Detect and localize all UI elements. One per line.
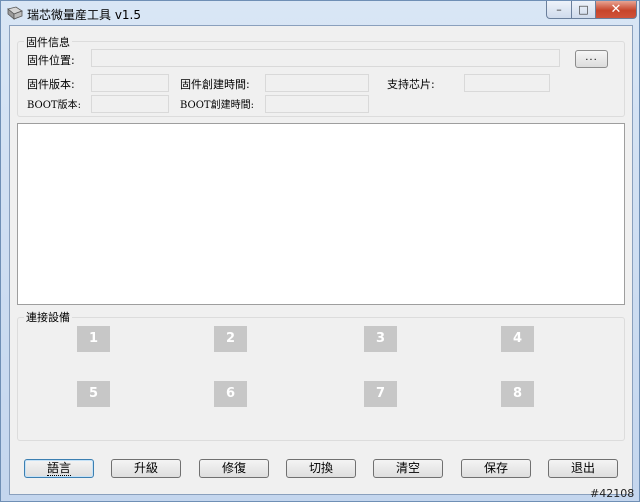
supported-chip-field xyxy=(464,74,550,92)
save-button[interactable]: 保存 xyxy=(461,459,531,478)
firmware-location-label: 固件位置: xyxy=(27,54,75,67)
device-slot-8: 8 xyxy=(501,381,534,407)
connected-devices-group-title: 連接設備 xyxy=(24,311,72,324)
device-slot-6: 6 xyxy=(214,381,247,407)
application-window: 瑞芯微量産工具 v1.5 – □ ✕ 固件信息 固件位置: ... 固件版本: … xyxy=(0,0,640,502)
firmware-location-field[interactable] xyxy=(91,49,560,67)
device-slot-2: 2 xyxy=(214,326,247,352)
switch-button[interactable]: 切換 xyxy=(286,459,356,478)
minimize-button[interactable]: – xyxy=(546,1,572,19)
firmware-info-group-title: 固件信息 xyxy=(24,36,72,49)
minimize-icon: – xyxy=(556,3,562,16)
title-bar[interactable]: 瑞芯微量産工具 v1.5 – □ ✕ xyxy=(1,1,639,25)
repair-button[interactable]: 修復 xyxy=(199,459,269,478)
boot-build-time-field xyxy=(265,95,369,113)
firmware-version-label: 固件版本: xyxy=(27,78,75,91)
close-button[interactable]: ✕ xyxy=(595,1,637,19)
log-output-area[interactable] xyxy=(17,123,625,305)
window-title: 瑞芯微量産工具 v1.5 xyxy=(27,8,142,22)
firmware-build-time-label: 固件創建時間: xyxy=(180,78,250,91)
boot-build-time-label: BOOT創建時間: xyxy=(180,100,254,111)
upgrade-button[interactable]: 升級 xyxy=(111,459,181,478)
firmware-version-field xyxy=(91,74,169,92)
boot-version-label: BOOT版本: xyxy=(27,100,81,111)
device-slot-3: 3 xyxy=(364,326,397,352)
maximize-icon: □ xyxy=(578,3,589,16)
device-slot-7: 7 xyxy=(364,381,397,407)
firmware-build-time-field xyxy=(265,74,369,92)
supported-chip-label: 支持芯片: xyxy=(387,78,435,91)
client-area: 固件信息 固件位置: ... 固件版本: 固件創建時間: 支持芯片: BOOT版… xyxy=(9,25,633,495)
language-button[interactable]: 語言 xyxy=(24,459,94,478)
device-slot-4: 4 xyxy=(501,326,534,352)
device-slot-1: 1 xyxy=(77,326,110,352)
watermark-label: #42108 xyxy=(590,487,635,500)
device-slot-5: 5 xyxy=(77,381,110,407)
language-button-label: 語言 xyxy=(46,461,71,476)
maximize-button[interactable]: □ xyxy=(571,1,596,19)
exit-button[interactable]: 退出 xyxy=(548,459,618,478)
browse-button[interactable]: ... xyxy=(575,50,608,68)
app-icon xyxy=(7,6,23,20)
clear-button[interactable]: 清空 xyxy=(373,459,443,478)
close-icon: ✕ xyxy=(610,2,622,17)
boot-version-field xyxy=(91,95,169,113)
